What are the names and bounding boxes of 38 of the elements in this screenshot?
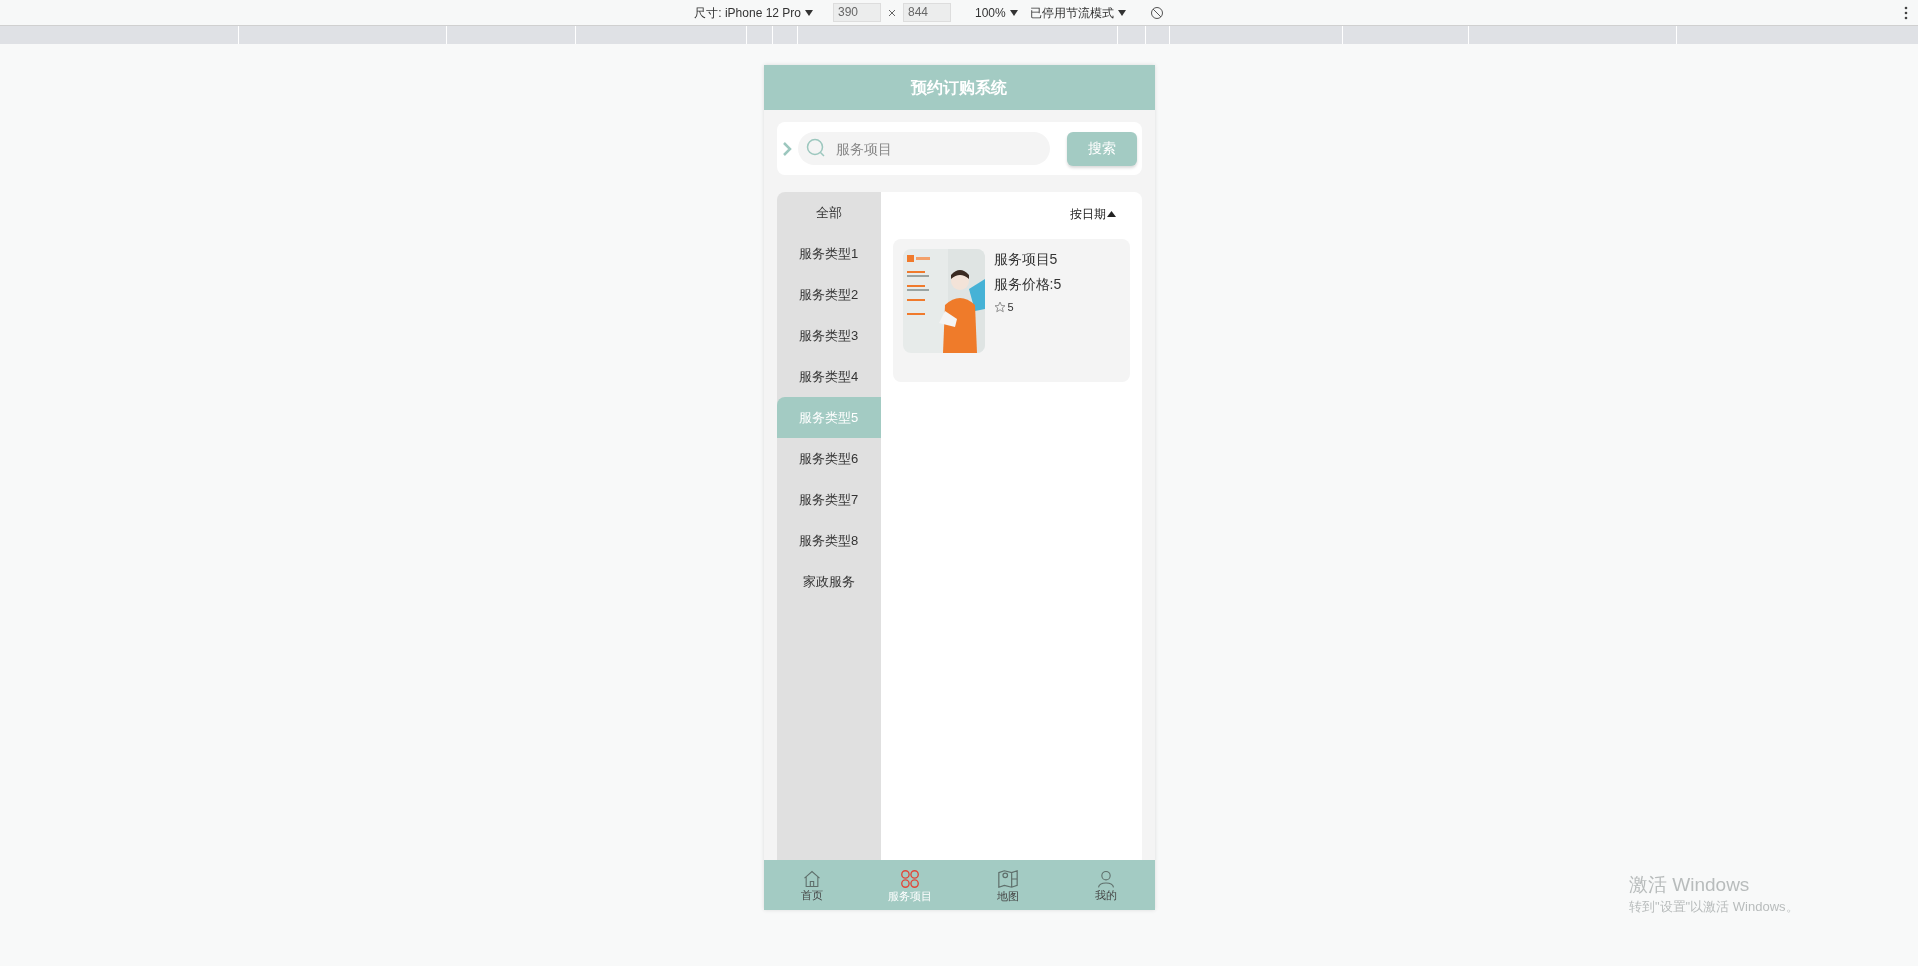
width-field[interactable]: 390 bbox=[833, 3, 881, 22]
search-field[interactable]: 服务项目 bbox=[797, 132, 1050, 165]
category-item[interactable]: 家政服务 bbox=[776, 561, 881, 602]
category-item[interactable]: 全部 bbox=[776, 192, 881, 233]
home-icon bbox=[802, 868, 823, 889]
height-field[interactable]: 844 bbox=[903, 3, 951, 22]
more-icon[interactable] bbox=[1904, 6, 1908, 20]
app-title: 预约订购系统 bbox=[911, 77, 1007, 98]
category-item[interactable]: 服务类型1 bbox=[776, 233, 881, 274]
activation-subtitle: 转到"设置"以激活 Windows。 bbox=[1629, 898, 1799, 916]
caret-down-icon bbox=[805, 9, 813, 16]
tab-item[interactable]: 首页 bbox=[763, 860, 862, 910]
service-card[interactable]: 服务项目5 服务价格:5 5 bbox=[892, 239, 1130, 382]
clover-icon bbox=[899, 867, 922, 890]
category-item[interactable]: 服务类型6 bbox=[776, 438, 881, 479]
search-icon bbox=[805, 138, 826, 158]
tab-item[interactable]: 地图 bbox=[959, 860, 1057, 910]
service-name: 服务项目5 bbox=[993, 250, 1059, 269]
sort-button[interactable]: 按日期 bbox=[1069, 205, 1116, 223]
caret-down-icon bbox=[1009, 9, 1018, 16]
zoom-dropdown[interactable]: 100% bbox=[975, 3, 1018, 22]
tab-item[interactable]: 我的 bbox=[1056, 860, 1155, 910]
caret-up-icon bbox=[1106, 211, 1116, 217]
category-item[interactable]: 服务类型8 bbox=[776, 520, 881, 561]
star-icon bbox=[993, 301, 1006, 314]
category-item[interactable]: 服务类型2 bbox=[776, 274, 881, 315]
service-price: 服务价格:5 bbox=[993, 275, 1062, 294]
category-item[interactable]: 服务类型4 bbox=[776, 356, 881, 397]
category-item[interactable]: 服务类型7 bbox=[776, 479, 881, 520]
activation-title: 激活 Windows bbox=[1629, 873, 1751, 897]
caret-down-icon bbox=[1117, 9, 1126, 16]
category-item[interactable]: 服务类型3 bbox=[776, 315, 881, 356]
rating-count: 5 bbox=[1007, 300, 1014, 315]
times-icon bbox=[889, 9, 895, 16]
user-icon bbox=[1095, 868, 1116, 889]
device-dropdown[interactable]: 尺寸: iPhone 12 Pro bbox=[694, 3, 813, 22]
throttling-dropdown[interactable]: 已停用节流模式 bbox=[1029, 3, 1126, 22]
map-icon bbox=[996, 867, 1019, 890]
